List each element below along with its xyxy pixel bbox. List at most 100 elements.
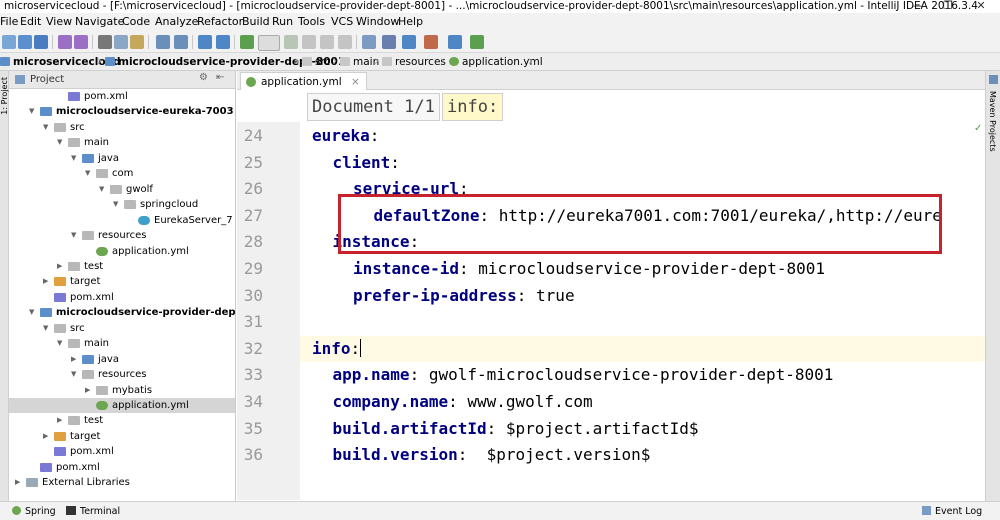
maven-projects-button[interactable]: Maven Projects — [988, 91, 997, 152]
code-line[interactable]: info: — [300, 335, 985, 362]
replace-icon[interactable] — [174, 35, 188, 49]
code-line[interactable]: build.artifactId: $project.artifactId$ — [300, 416, 985, 442]
menu-build[interactable]: Build — [242, 15, 270, 29]
make-project-icon[interactable] — [240, 35, 254, 49]
close-button[interactable]: ✕ — [968, 0, 994, 13]
tree-node[interactable]: ▼ main — [9, 135, 235, 150]
tree-node[interactable]: pom.xml — [9, 290, 235, 305]
code-line[interactable]: client: — [300, 150, 985, 176]
nav-crumb-src[interactable]: src — [302, 55, 330, 69]
tree-node[interactable]: ▼ microcloudservice-eureka-7003 — [9, 104, 235, 119]
run-configuration-dropdown[interactable] — [258, 35, 280, 51]
tree-node[interactable]: ▼ main — [9, 336, 235, 351]
settings-icon[interactable] — [362, 35, 376, 49]
debug-icon[interactable] — [302, 35, 316, 49]
tree-node[interactable]: ▶ External Libraries — [9, 475, 235, 490]
close-tab-icon[interactable]: × — [351, 76, 360, 88]
menu-view[interactable]: View — [46, 15, 72, 29]
menu-help[interactable]: Help — [398, 15, 423, 29]
collapsed-arrow-icon[interactable]: ▶ — [43, 274, 51, 289]
maximize-button[interactable]: ❐ — [935, 0, 961, 13]
open-icon[interactable] — [2, 35, 16, 49]
menu-tools[interactable]: Tools — [298, 15, 325, 29]
forward-icon[interactable] — [216, 35, 230, 49]
breadcrumb-document[interactable]: Document 1/1 — [307, 93, 440, 121]
breadcrumb-info[interactable]: info: — [442, 93, 504, 121]
project-panel-title[interactable]: Project — [30, 72, 64, 87]
code-editor[interactable]: eureka: client: service-url: defaultZone: h… — [300, 122, 985, 500]
find-icon[interactable] — [156, 35, 170, 49]
code-line[interactable]: prefer-ip-address: true — [300, 283, 985, 309]
tree-node[interactable]: ▼ gwolf — [9, 182, 235, 197]
menu-refactor[interactable]: Refactor — [197, 15, 243, 29]
menu-edit[interactable]: Edit — [20, 15, 41, 29]
tree-node[interactable]: ▼ src — [9, 120, 235, 135]
tab-application-yml[interactable]: application.yml × — [240, 72, 367, 91]
tree-node[interactable]: ▼ java — [9, 151, 235, 166]
expanded-arrow-icon[interactable]: ▼ — [43, 120, 51, 135]
code-line[interactable]: eureka: — [300, 123, 985, 149]
tree-node[interactable]: EurekaServer_7 — [9, 213, 235, 228]
collapsed-arrow-icon[interactable]: ▶ — [85, 383, 93, 398]
minimize-button[interactable]: — — [905, 0, 931, 13]
sync-icon[interactable] — [34, 35, 48, 49]
menu-navigate[interactable]: Navigate — [75, 15, 124, 29]
tree-node[interactable]: ▼ resources — [9, 228, 235, 243]
coverage-icon[interactable] — [320, 35, 334, 49]
code-line[interactable]: company.name: www.gwolf.com — [300, 389, 985, 415]
expanded-arrow-icon[interactable]: ▼ — [99, 182, 107, 197]
event-log-button[interactable]: Event Log — [922, 505, 982, 519]
tree-node[interactable]: ▶ test — [9, 259, 235, 274]
expanded-arrow-icon[interactable]: ▼ — [57, 336, 65, 351]
copy-icon[interactable] — [114, 35, 128, 49]
tree-node[interactable]: ▼ microcloudservice-provider-dept-8001 — [9, 305, 235, 320]
tree-node[interactable]: application.yml — [9, 398, 235, 413]
tree-node[interactable]: ▶ test — [9, 413, 235, 428]
menu-analyze[interactable]: Analyze — [155, 15, 198, 29]
nav-crumb-resources[interactable]: resources — [382, 55, 446, 69]
tree-node[interactable]: ▼ resources — [9, 367, 235, 382]
plugin-icon[interactable] — [470, 35, 484, 49]
collapsed-arrow-icon[interactable]: ▶ — [57, 413, 65, 428]
code-line[interactable]: build.version: $project.version$ — [300, 442, 985, 468]
tree-node[interactable]: ▶ java — [9, 352, 235, 367]
expanded-arrow-icon[interactable]: ▼ — [71, 228, 79, 243]
collapsed-arrow-icon[interactable]: ▶ — [57, 259, 65, 274]
menu-vcs[interactable]: VCS — [331, 15, 353, 29]
collapsed-arrow-icon[interactable]: ▶ — [15, 475, 23, 490]
expanded-arrow-icon[interactable]: ▼ — [57, 135, 65, 150]
tree-node[interactable]: ▼ springcloud — [9, 197, 235, 212]
paste-icon[interactable] — [130, 35, 144, 49]
tree-node[interactable]: pom.xml — [9, 444, 235, 459]
vcs-icon[interactable] — [424, 35, 438, 49]
expanded-arrow-icon[interactable]: ▼ — [71, 367, 79, 382]
redo-icon[interactable] — [74, 35, 88, 49]
menu-code[interactable]: Code — [122, 15, 150, 29]
gear-icon[interactable]: ⚙ — [199, 72, 208, 83]
hide-panel-icon[interactable]: ⇤ — [216, 72, 224, 83]
tree-node[interactable]: application.yml — [9, 244, 235, 259]
undo-icon[interactable] — [58, 35, 72, 49]
help-icon[interactable] — [448, 35, 462, 49]
tree-node[interactable]: ▼ com — [9, 166, 235, 181]
code-line[interactable]: instance-id: microcloudservice-provider-… — [300, 256, 985, 282]
code-line[interactable]: app.name: gwolf-microcloudservice-provid… — [300, 362, 985, 388]
sdk-icon[interactable] — [402, 35, 416, 49]
tree-node[interactable]: ▶ target — [9, 429, 235, 444]
menu-run[interactable]: Run — [272, 15, 293, 29]
run-icon[interactable] — [284, 35, 298, 49]
project-tool-window-button[interactable]: 1: Project — [0, 77, 9, 115]
code-line[interactable] — [300, 309, 985, 335]
expanded-arrow-icon[interactable]: ▼ — [43, 321, 51, 336]
terminal-tool-button[interactable]: Terminal — [66, 505, 120, 519]
expanded-arrow-icon[interactable]: ▼ — [113, 197, 121, 212]
menu-window[interactable]: Window — [356, 15, 399, 29]
project-structure-icon[interactable] — [382, 35, 396, 49]
save-icon[interactable] — [18, 35, 32, 49]
expanded-arrow-icon[interactable]: ▼ — [29, 305, 37, 320]
spring-tool-button[interactable]: Spring — [12, 505, 56, 519]
expanded-arrow-icon[interactable]: ▼ — [71, 151, 79, 166]
tree-node[interactable]: ▼ src — [9, 321, 235, 336]
expanded-arrow-icon[interactable]: ▼ — [29, 104, 37, 119]
collapsed-arrow-icon[interactable]: ▶ — [71, 352, 79, 367]
